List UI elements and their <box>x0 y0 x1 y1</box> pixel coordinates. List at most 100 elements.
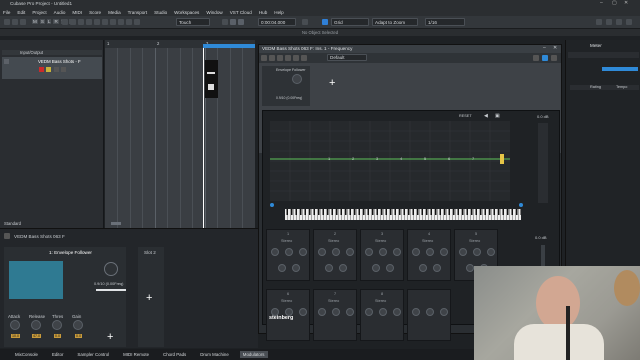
reset-button[interactable]: RESET <box>459 114 472 118</box>
prev-preset-icon[interactable] <box>285 55 291 61</box>
read-automation-icon[interactable] <box>269 55 275 61</box>
attack-knob[interactable] <box>10 320 20 330</box>
split-tool-icon[interactable] <box>78 19 84 25</box>
band-q-knob[interactable] <box>393 248 401 256</box>
time-format-icon[interactable] <box>302 19 308 25</box>
plugin-menu-icon[interactable] <box>551 55 557 61</box>
band-node-1[interactable]: 1 <box>328 156 330 161</box>
band-gain-knob[interactable] <box>426 308 434 316</box>
menu-workspaces[interactable]: Workspaces <box>174 10 199 15</box>
time-display[interactable]: 0:00:04.000 <box>258 18 296 26</box>
right-panel-search[interactable] <box>568 52 639 58</box>
tab-modulators[interactable]: Modulators <box>239 351 268 358</box>
speaker-icon[interactable]: ◀ <box>484 113 488 119</box>
solo-button[interactable] <box>61 67 66 72</box>
band-inv-knob[interactable] <box>325 264 333 272</box>
stop-icon[interactable] <box>238 19 244 25</box>
record-enable-button[interactable] <box>39 67 44 72</box>
erase-tool-icon[interactable] <box>94 19 100 25</box>
high-shelf-toggle[interactable] <box>519 203 523 207</box>
object-tool-icon[interactable] <box>62 19 68 25</box>
rewind-icon[interactable] <box>222 19 228 25</box>
band-gain-knob[interactable] <box>332 308 340 316</box>
layout-bottom-icon[interactable] <box>606 19 612 25</box>
track-header[interactable]: VEDM Bass Shots - F <box>2 57 102 79</box>
band-q-knob[interactable] <box>346 308 354 316</box>
tab-midi-remote[interactable]: MIDI Remote <box>120 351 152 358</box>
track-name[interactable]: VEDM Bass Shots - F <box>38 59 81 64</box>
listen-mode-button[interactable]: L <box>46 19 52 24</box>
band-gain-knob[interactable] <box>379 248 387 256</box>
band-q-knob[interactable] <box>346 248 354 256</box>
tab-chord-pads[interactable]: Chord Pads <box>160 351 189 358</box>
band-type-knob[interactable] <box>339 264 347 272</box>
band-node-8[interactable] <box>500 154 504 164</box>
menu-project[interactable]: Project <box>32 10 46 15</box>
next-preset-icon[interactable] <box>293 55 299 61</box>
play-tool-icon[interactable] <box>126 19 132 25</box>
band-q-knob[interactable] <box>299 248 307 256</box>
tempo-column[interactable]: Tempo <box>616 85 627 90</box>
audio-event[interactable] <box>205 60 218 98</box>
menu-transport[interactable]: Transport <box>128 10 148 15</box>
tab-drum-machine[interactable]: Drum Machine <box>197 351 232 358</box>
range-tool-icon[interactable] <box>70 19 76 25</box>
band-node-4[interactable]: 4 <box>400 156 402 161</box>
add-modulator-icon[interactable]: + <box>146 292 152 304</box>
band-node-3[interactable]: 3 <box>376 156 378 161</box>
band-inv-knob[interactable] <box>419 264 427 272</box>
menu-score[interactable]: Score <box>89 10 101 15</box>
band-node-5[interactable]: 5 <box>424 156 426 161</box>
undo-button[interactable] <box>12 19 18 25</box>
band-gain-knob[interactable] <box>473 248 481 256</box>
draw-tool-icon[interactable] <box>118 19 124 25</box>
layout-right-icon[interactable] <box>616 19 622 25</box>
grid-type-select[interactable]: Grid <box>331 18 369 26</box>
plugin-settings-icon[interactable] <box>542 55 548 61</box>
plugin-minimize-icon[interactable]: – <box>543 45 546 51</box>
color-tool-icon[interactable] <box>134 19 140 25</box>
menu-hub[interactable]: Hub <box>259 10 267 15</box>
write-automation-icon[interactable] <box>277 55 283 61</box>
rating-column[interactable]: Rating <box>590 85 601 90</box>
maximize-icon[interactable]: ▢ <box>612 0 617 6</box>
preset-selector[interactable]: Default <box>327 54 367 61</box>
band-q-knob[interactable] <box>299 308 307 316</box>
rate-knob[interactable] <box>104 262 118 276</box>
band-freq-knob[interactable] <box>365 308 373 316</box>
glue-tool-icon[interactable] <box>86 19 92 25</box>
close-icon[interactable]: ✕ <box>624 0 628 6</box>
spectrum-icon[interactable]: ▣ <box>495 113 500 119</box>
menu-media[interactable]: Media <box>108 10 121 15</box>
bypass-icon[interactable] <box>261 55 267 61</box>
band-type-knob[interactable] <box>292 264 300 272</box>
touch-mode-select[interactable]: Touch <box>176 18 210 26</box>
play-icon[interactable] <box>230 19 236 25</box>
zoom-tool-icon[interactable] <box>102 19 108 25</box>
mute-tool-icon[interactable] <box>110 19 116 25</box>
plugin-title[interactable]: VEDM Bass Shots 063 F: Ins. 1 - Frequenc… <box>259 45 561 53</box>
tab-sampler-control[interactable]: Sampler Control <box>74 351 112 358</box>
menu-vst-cloud[interactable]: VST Cloud <box>230 10 252 15</box>
band-inv-knob[interactable] <box>466 264 474 272</box>
menu-midi[interactable]: MIDI <box>72 10 82 15</box>
gain-knob[interactable] <box>73 320 83 330</box>
menu-help[interactable]: Help <box>274 10 283 15</box>
band-type-knob[interactable] <box>386 264 394 272</box>
thres-knob[interactable] <box>52 320 62 330</box>
band-inv-knob[interactable] <box>278 264 286 272</box>
ruler[interactable]: 1 2 3 <box>105 40 255 48</box>
low-shelf-toggle[interactable] <box>270 203 274 207</box>
band-freq-knob[interactable] <box>459 248 467 256</box>
band-q-knob[interactable] <box>487 248 495 256</box>
band-freq-knob[interactable] <box>318 308 326 316</box>
inspector-section-header[interactable]: Input/Output <box>2 50 102 55</box>
band-node-6[interactable]: 6 <box>448 156 450 161</box>
snap-toggle-icon[interactable] <box>322 19 328 25</box>
band-gain-knob[interactable] <box>426 248 434 256</box>
menu-edit[interactable]: Edit <box>17 10 25 15</box>
mute-button[interactable] <box>54 67 59 72</box>
band-q-knob[interactable] <box>440 308 448 316</box>
playhead-cursor[interactable] <box>203 48 204 228</box>
tab-editor[interactable]: Editor <box>49 351 66 358</box>
